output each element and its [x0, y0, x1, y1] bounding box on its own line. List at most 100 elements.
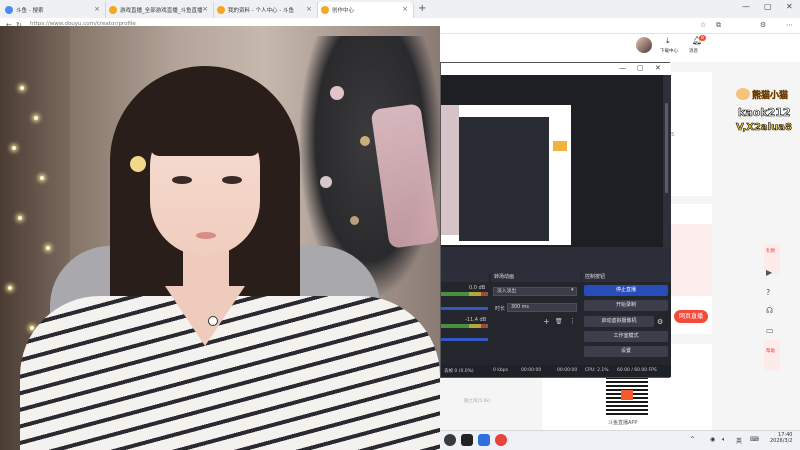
- transitions-header: 转场动画: [491, 273, 581, 282]
- record-time: 00:00:00: [557, 368, 578, 373]
- app-icon[interactable]: [478, 434, 490, 446]
- settings-icon[interactable]: ⚙: [760, 21, 766, 29]
- fairy-light: [12, 146, 16, 150]
- tab-label: 我的资料 - 个人中心 - 斗鱼: [228, 8, 294, 14]
- bottom-note: 随之风(5.0k): [464, 399, 491, 404]
- fairy-light: [46, 246, 50, 250]
- tab-search[interactable]: 斗鱼 - 搜索 ×: [2, 2, 106, 18]
- tab-creator-center[interactable]: 创作中心 ×: [318, 2, 414, 18]
- taskbar: ^ ◉ 🔈︎ 英 ⌨: [440, 430, 800, 450]
- striped-shirt: [20, 296, 440, 450]
- nested-camera: [441, 105, 459, 235]
- obs-app-icon[interactable]: [444, 434, 456, 446]
- audio-meter: [441, 292, 488, 296]
- nested-promo: [553, 141, 567, 151]
- help-icon[interactable]: ?: [766, 288, 770, 297]
- camera-feed: [0, 26, 440, 450]
- tab-game-live[interactable]: 游戏直播_全部游戏直播_斗鱼直播 ×: [106, 2, 214, 18]
- more-icon[interactable]: ⋮: [569, 317, 576, 325]
- promo-line-1: 熊猫小猫: [752, 91, 789, 101]
- app-icon[interactable]: [461, 434, 473, 446]
- cat-mascot-icon: [736, 88, 750, 100]
- volume-slider[interactable]: [441, 338, 488, 341]
- dropped-frames: 丢帧 0 (0.0%): [444, 369, 474, 374]
- maximize-icon[interactable]: ▢: [637, 64, 644, 72]
- studio-mode-button[interactable]: 工作室模式: [584, 331, 668, 342]
- close-icon[interactable]: ×: [306, 5, 312, 13]
- app-icon[interactable]: [495, 434, 507, 446]
- mixer-level-1: 0.0 dB: [469, 285, 486, 291]
- search-icon: [5, 6, 13, 14]
- rail-item-help[interactable]: 帮助: [766, 348, 775, 354]
- start-record-button[interactable]: 开始录制: [584, 300, 668, 311]
- eye: [222, 176, 242, 184]
- close-icon[interactable]: ×: [202, 5, 208, 13]
- promo-line-2: kaok212: [738, 106, 791, 120]
- menu-icon[interactable]: ⋯: [786, 21, 793, 29]
- virtual-camera-button[interactable]: 启动虚拟摄像机: [584, 316, 654, 327]
- headset-icon[interactable]: ☊: [766, 306, 773, 315]
- mixer-level-2: -11.4 dB: [465, 317, 487, 323]
- settings-button[interactable]: 设置: [584, 346, 668, 357]
- necklace-pendant: [208, 316, 218, 326]
- fairy-light: [40, 176, 44, 180]
- chevron-up-icon[interactable]: ^: [690, 436, 695, 443]
- minimize-icon[interactable]: —: [619, 64, 626, 72]
- volume-icon[interactable]: 🔈︎: [722, 436, 726, 444]
- lips: [196, 232, 216, 239]
- rail-item-gift[interactable]: 礼物: [766, 248, 775, 254]
- stop-stream-button[interactable]: 停止直播: [584, 285, 668, 296]
- duration-label: 时长: [495, 306, 506, 312]
- fairy-light: [8, 286, 12, 290]
- controls-header: 控制按钮: [582, 273, 671, 282]
- duration-input[interactable]: 300 ms: [507, 303, 577, 312]
- tab-profile[interactable]: 我的资料 - 个人中心 - 斗鱼 ×: [214, 2, 318, 18]
- tab-label: 创作中心: [332, 8, 355, 14]
- qr-label: 斗鱼直播APP: [608, 420, 638, 426]
- obs-title-bar: — ▢ ✕: [441, 63, 671, 75]
- browser-tab-strip: 斗鱼 - 搜索 × 游戏直播_全部游戏直播_斗鱼直播 × 我的资料 - 个人中心…: [0, 0, 800, 18]
- obs-preview[interactable]: [441, 75, 663, 247]
- video-icon[interactable]: ▶: [766, 268, 772, 277]
- add-icon[interactable]: +: [543, 317, 550, 326]
- clock[interactable]: 17:40 2026/3/2: [770, 432, 792, 444]
- new-tab-button[interactable]: +: [418, 3, 426, 14]
- monitor-icon[interactable]: ▭: [766, 326, 774, 335]
- trash-icon[interactable]: 🗑︎: [555, 318, 563, 325]
- scrollbar-thumb[interactable]: [665, 103, 668, 193]
- gear-icon[interactable]: ⚙: [657, 318, 663, 326]
- volume-slider[interactable]: [441, 307, 488, 310]
- chevron-down-icon: ▾: [571, 287, 574, 293]
- douyu-icon: [109, 6, 117, 14]
- clock-date: 2026/3/2: [770, 438, 793, 444]
- star-icon[interactable]: ☆: [700, 21, 706, 29]
- close-window-icon[interactable]: ✕: [786, 2, 793, 11]
- avatar[interactable]: [636, 37, 652, 53]
- network-icon[interactable]: ◉: [710, 436, 715, 443]
- close-window-icon[interactable]: ✕: [655, 64, 661, 72]
- mixer-header: [441, 273, 489, 282]
- minimize-icon[interactable]: —: [742, 2, 750, 11]
- close-icon[interactable]: ×: [402, 5, 408, 13]
- keyboard-icon[interactable]: ⌨: [750, 436, 759, 443]
- download-icon[interactable]: ⤓: [666, 36, 670, 46]
- tab-label: 游戏直播_全部游戏直播_斗鱼直播: [120, 8, 203, 14]
- obs-window: — ▢ ✕ 0.0 dB -11.4 dB 转场动画 淡入淡出 ▾ 时长 300…: [440, 62, 671, 378]
- maximize-icon[interactable]: ▢: [764, 2, 772, 11]
- close-icon[interactable]: ×: [94, 5, 100, 13]
- douyu-logo-icon: [621, 390, 633, 400]
- ornament: [360, 136, 370, 146]
- tab-label: 斗鱼 - 搜索: [16, 8, 44, 14]
- eye: [172, 176, 192, 184]
- notice-box: [668, 224, 712, 296]
- audio-meter: [441, 324, 488, 328]
- transition-select[interactable]: 淡入淡出: [493, 287, 577, 296]
- douyu-icon: [217, 6, 225, 14]
- go-live-button[interactable]: 网页直播: [674, 310, 708, 323]
- ornament: [330, 86, 344, 100]
- extensions-icon[interactable]: ⧉: [716, 21, 721, 30]
- language-indicator[interactable]: 英: [736, 436, 742, 445]
- rail-box-2[interactable]: [764, 340, 780, 370]
- promo-line-3: V,X2alua8: [736, 122, 793, 134]
- obs-gap: [441, 247, 671, 273]
